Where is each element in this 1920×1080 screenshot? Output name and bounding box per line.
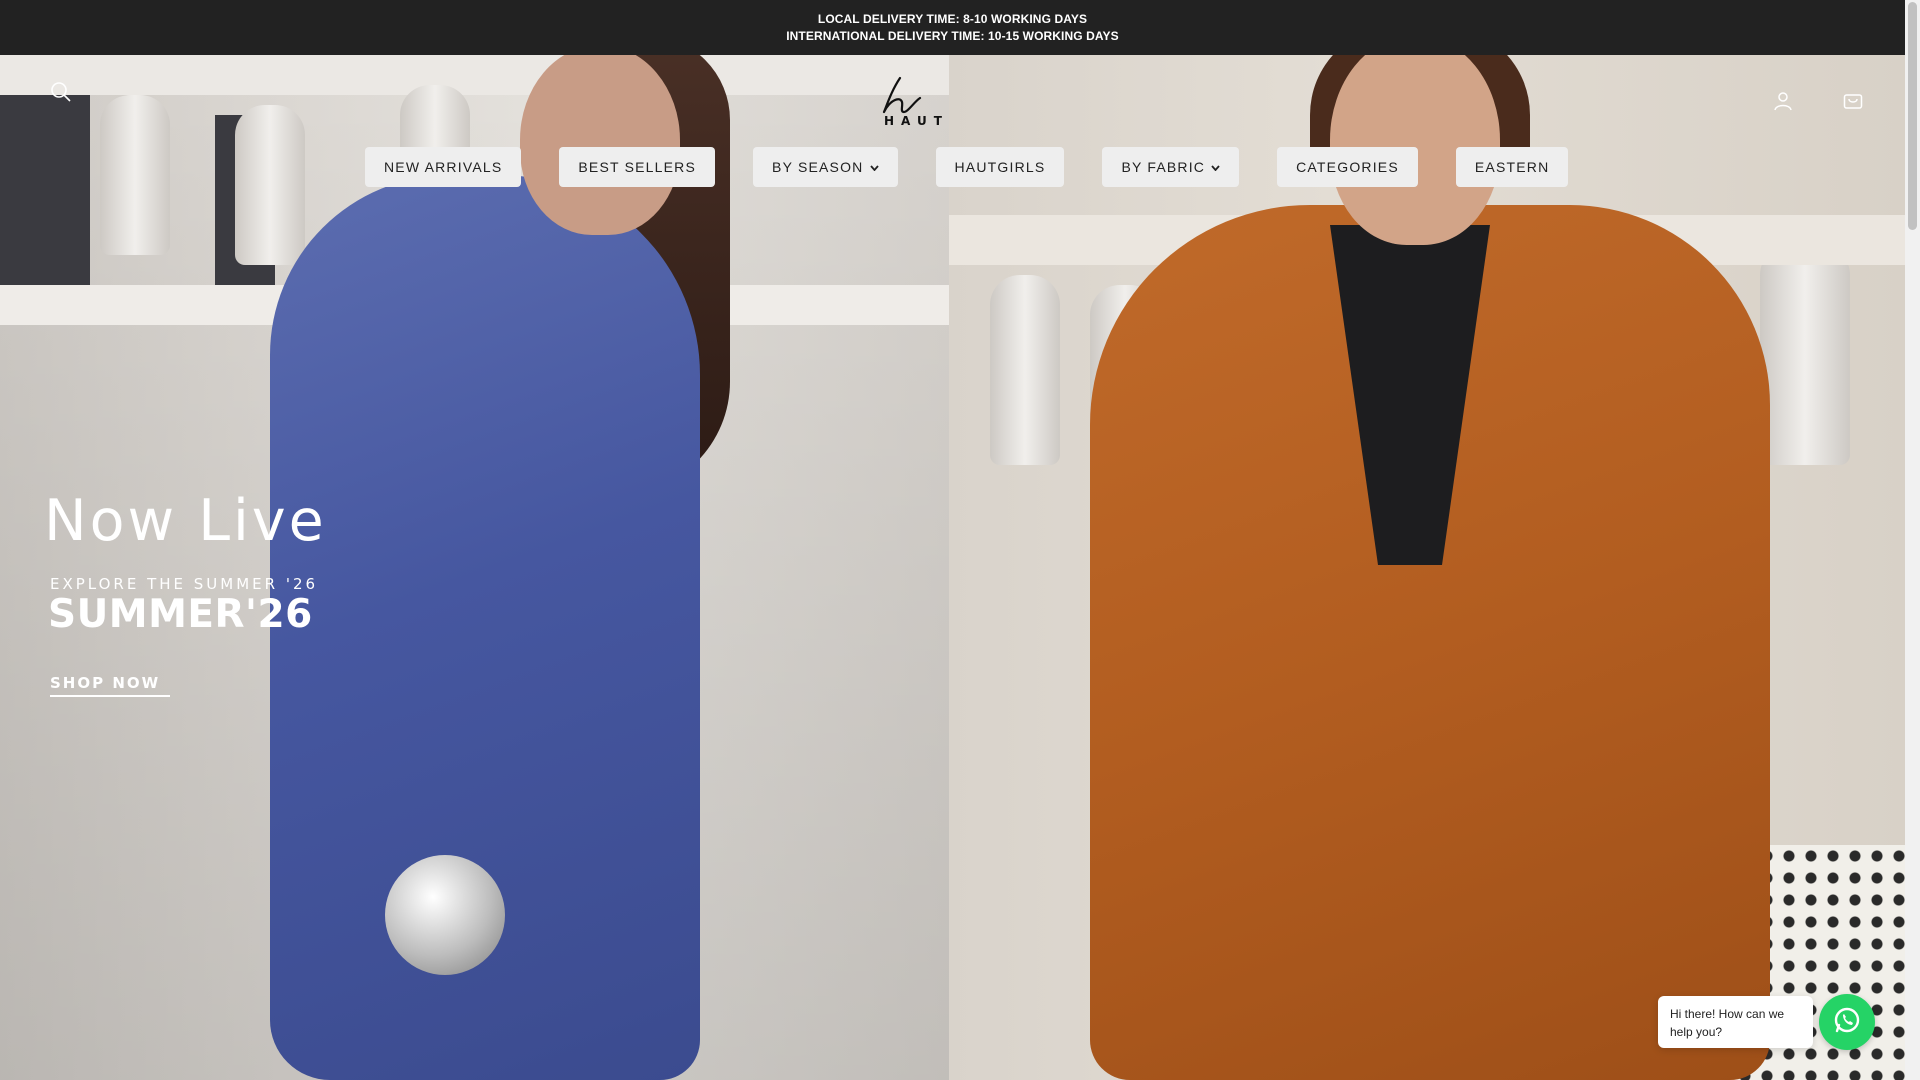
chevron-down-icon	[869, 163, 879, 174]
announcement-bar: LOCAL DELIVERY TIME: 8-10 WORKING DAYS I…	[0, 0, 1905, 55]
hero-subtitle: EXPLORE THE SUMMER '26	[50, 575, 319, 593]
nav-label: BEST SELLERS	[578, 159, 697, 175]
nav-label: BY SEASON	[772, 159, 864, 175]
hero-title: Now Live	[44, 488, 327, 554]
search-icon[interactable]	[46, 77, 76, 107]
nav-label: EASTERN	[1474, 159, 1550, 175]
brand-logo[interactable]: HAUT	[870, 72, 950, 132]
nav-item-by-season[interactable]: BY SEASON	[753, 147, 898, 187]
chevron-down-icon	[1211, 163, 1220, 174]
account-icon[interactable]	[1768, 86, 1798, 116]
nav-item-best-sellers[interactable]: BEST SELLERS	[559, 147, 716, 187]
nav-label: BY FABRIC	[1121, 159, 1206, 175]
whatsapp-icon	[1832, 1005, 1862, 1040]
scrollbar-thumb[interactable]	[1908, 2, 1917, 230]
nav-item-categories[interactable]: CATEGORIES	[1277, 147, 1418, 187]
nav-label: HAUTGIRLS	[954, 159, 1046, 175]
nav-item-by-fabric[interactable]: BY FABRIC	[1102, 147, 1240, 187]
nav-label: NEW ARRIVALS	[384, 159, 503, 175]
page-scrollbar[interactable]	[1905, 0, 1920, 1080]
cart-icon[interactable]	[1838, 86, 1868, 116]
logo-text: HAUT	[884, 114, 949, 128]
hero-banner[interactable]	[0, 55, 1905, 1080]
nav-item-eastern[interactable]: EASTERN	[1455, 147, 1569, 187]
nav-item-hautgirls[interactable]: HAUTGIRLS	[935, 147, 1065, 187]
whatsapp-button[interactable]	[1819, 994, 1875, 1050]
hero-headline: SUMMER'26	[48, 592, 313, 637]
nav-label: CATEGORIES	[1296, 159, 1399, 175]
whatsapp-greeting[interactable]: Hi there! How can we help you?	[1658, 996, 1813, 1048]
announcement-international: INTERNATIONAL DELIVERY TIME: 10-15 WORKI…	[786, 28, 1119, 43]
nav-item-new-arrivals[interactable]: NEW ARRIVALS	[365, 147, 522, 187]
main-nav: NEW ARRIVALS BEST SELLERS BY SEASON HAUT…	[365, 147, 1569, 187]
hero-image-left	[0, 55, 949, 1080]
shop-now-link[interactable]: SHOP NOW	[50, 674, 171, 697]
announcement-local: LOCAL DELIVERY TIME: 8-10 WORKING DAYS	[817, 11, 1088, 26]
